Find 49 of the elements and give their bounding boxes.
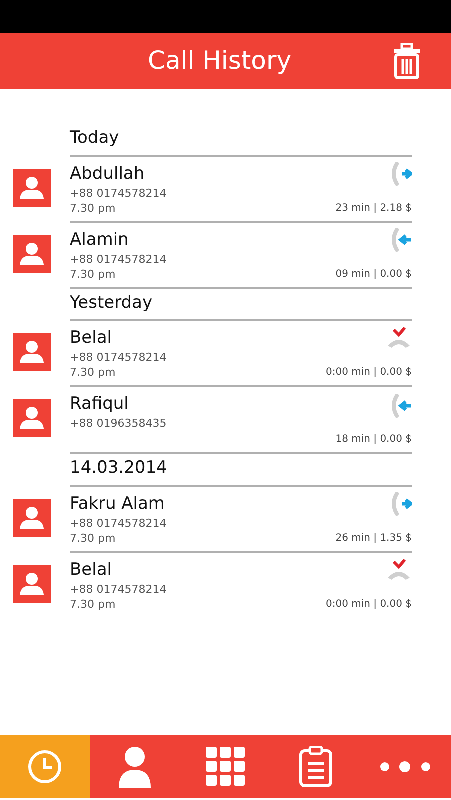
more-icon [380, 760, 432, 774]
phone-number: +88 0196358435 [70, 416, 168, 431]
date-heading: Today [70, 128, 120, 148]
avatar-icon [13, 498, 51, 536]
call-time: 7.30 pm [70, 365, 117, 380]
call-summary: 0:00 min | 0.00 $ [326, 598, 412, 612]
nav-tab[interactable] [360, 735, 451, 798]
nav-tab[interactable] [0, 735, 90, 798]
phone-number: +88 0174578214 [70, 516, 168, 530]
contact-name: Rafiqul [70, 393, 130, 416]
nav-tab[interactable] [90, 735, 180, 798]
call-row[interactable]: Abdullah +88 0174578214 7.30 pm 23 min | 2.18 $ [0, 156, 451, 222]
call-summary: 09 min | 0.00 $ [336, 268, 412, 282]
avatar-icon [13, 168, 51, 206]
call-row[interactable]: Belal +88 0174578214 7.30 pm 0:00 min | 0.00 $ [0, 321, 451, 387]
contact-name: Alamin [70, 228, 130, 252]
dialpad-icon [206, 746, 246, 786]
phone-number: +88 0174578214 [70, 350, 168, 365]
phone-number: +88 0174578214 [70, 252, 168, 266]
call-time: 7.30 pm [70, 200, 117, 216]
call-row[interactable]: Fakru Alam +88 0174578214 7.30 pm 26 min | 1.35 $ [0, 486, 451, 552]
call-time: 7.30 pm [70, 530, 117, 546]
call-summary: 26 min | 1.35 $ [336, 532, 412, 546]
contact-name: Abdullah [70, 162, 146, 186]
call-row[interactable]: Rafiqul +88 0196358435 18 min | 0.00 $ [0, 387, 451, 454]
person-icon [118, 746, 152, 788]
phone-number: +88 0174578214 [70, 186, 168, 200]
call-summary: 23 min | 2.18 $ [336, 202, 412, 216]
call-summary: 0:00 min | 0.00 $ [326, 366, 412, 380]
avatar-icon [13, 333, 51, 371]
call-summary: 18 min | 0.00 $ [336, 433, 412, 447]
contact-name: Fakru Alam [70, 492, 166, 516]
call-time: 7.30 pm [70, 266, 117, 282]
screen-title: Call History [148, 45, 292, 78]
phone-number: +88 0174578214 [70, 582, 168, 596]
date-heading: 14.03.2014 [70, 458, 168, 478]
call-row[interactable]: Belal +88 0174578214 7.30 pm 0:00 min | 0.00 $ [0, 552, 451, 618]
clipboard-icon [298, 746, 333, 788]
delete-button[interactable] [393, 43, 421, 79]
contact-name: Belal [70, 327, 113, 350]
clock-icon [28, 750, 62, 784]
date-heading: Yesterday [70, 292, 153, 312]
avatar-icon [13, 564, 51, 602]
avatar-icon [13, 399, 51, 437]
call-time: 7.30 pm [70, 596, 117, 612]
contact-name: Belal [70, 558, 113, 582]
call-row[interactable]: Alamin +88 0174578214 7.30 pm 09 min | 0.00 $ [0, 222, 451, 288]
avatar-icon [13, 234, 51, 272]
trash-icon [393, 43, 421, 79]
